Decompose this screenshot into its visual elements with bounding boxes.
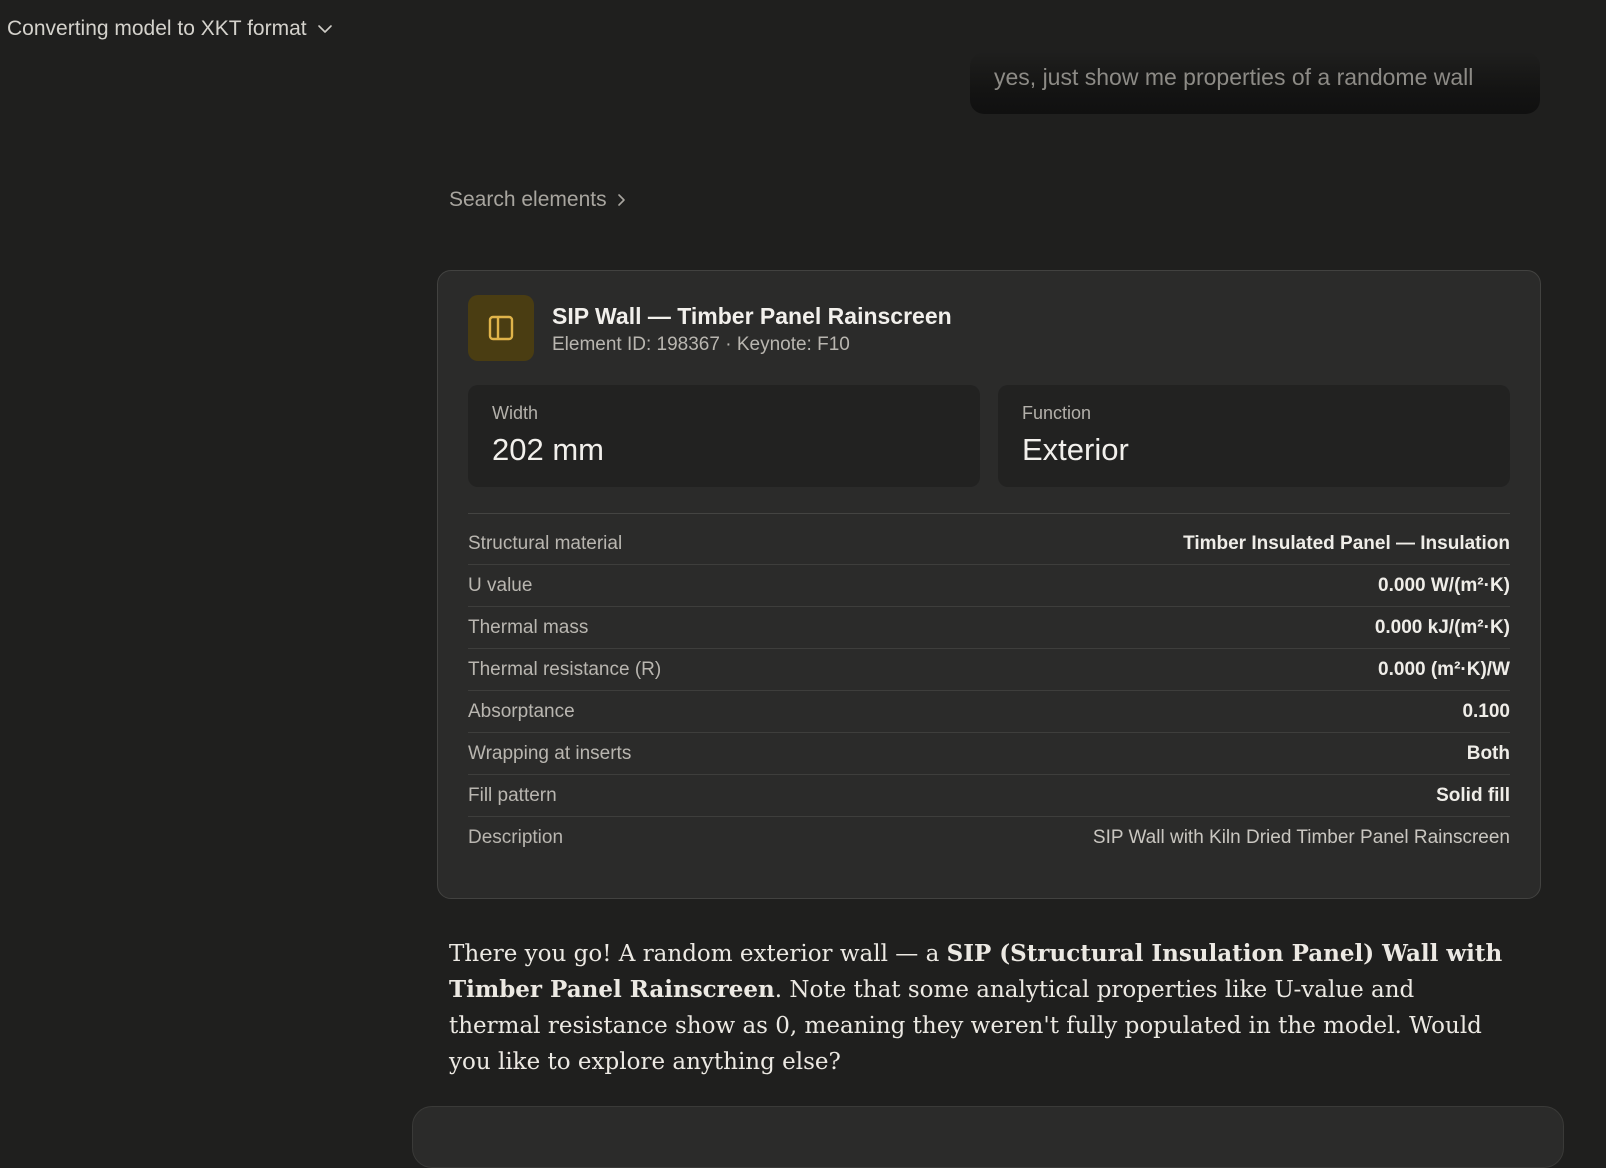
property-row: Thermal resistance (R) 0.000 (m²·K)/W (468, 649, 1510, 691)
property-row: Fill pattern Solid fill (468, 775, 1510, 817)
property-label: Thermal resistance (R) (468, 658, 662, 680)
search-elements-label: Search elements (449, 188, 607, 211)
chevron-right-icon (617, 194, 625, 206)
stat-width: Width 202 mm (468, 385, 980, 487)
divider (468, 513, 1510, 514)
property-row: Description SIP Wall with Kiln Dried Tim… (468, 817, 1510, 859)
property-value: 0.000 kJ/(m²·K) (1374, 616, 1510, 638)
property-row: Wrapping at inserts Both (468, 733, 1510, 775)
stat-value: 202 mm (492, 432, 604, 467)
reply-text: There you go! A random exterior wall — a (449, 941, 947, 967)
property-value: SIP Wall with Kiln Dried Timber Panel Ra… (1092, 827, 1510, 848)
user-message-bubble: yes, just show me properties of a random… (970, 52, 1540, 114)
property-label: Absorptance (468, 700, 575, 722)
stat-label: Function (1022, 403, 1092, 423)
wall-panel-icon (468, 295, 534, 361)
stat-function: Function Exterior (998, 385, 1510, 487)
property-row: Thermal mass 0.000 kJ/(m²·K) (468, 607, 1510, 649)
property-label: Description (468, 827, 564, 848)
user-message-text: yes, just show me properties of a random… (994, 64, 1474, 90)
card-header: SIP Wall — Timber Panel Rainscreen Eleme… (468, 295, 952, 361)
stat-label: Width (492, 403, 539, 423)
property-label: Thermal mass (468, 616, 589, 638)
property-row: Structural material Timber Insulated Pan… (468, 523, 1510, 565)
property-label: U value (468, 574, 533, 596)
property-value: Timber Insulated Panel — Insulation (1183, 532, 1510, 554)
search-elements-link[interactable]: Search elements (449, 188, 627, 212)
property-value: 0.000 (m²·K)/W (1378, 658, 1510, 680)
properties-list: Structural material Timber Insulated Pan… (468, 523, 1510, 859)
property-row: Absorptance 0.100 (468, 691, 1510, 733)
element-subtitle: Element ID: 198367 · Keynote: F10 (552, 334, 850, 355)
card-title-block: SIP Wall — Timber Panel Rainscreen Eleme… (552, 295, 952, 361)
chevron-down-icon (317, 25, 332, 33)
message-composer[interactable] (412, 1106, 1564, 1168)
property-row: U value 0.000 W/(m²·K) (468, 565, 1510, 607)
property-label: Wrapping at inserts (468, 742, 632, 764)
property-value: 0.100 (1462, 700, 1510, 722)
stat-value: Exterior (1022, 432, 1129, 467)
conversation-title-dropdown[interactable]: Converting model to XKT format (7, 13, 333, 45)
property-label: Structural material (468, 532, 623, 554)
element-title: SIP Wall — Timber Panel Rainscreen (552, 303, 952, 329)
property-value: Both (1466, 742, 1510, 764)
conversation-title: Converting model to XKT format (7, 17, 307, 40)
property-value: Solid fill (1436, 784, 1510, 806)
element-properties-card: SIP Wall — Timber Panel Rainscreen Eleme… (437, 270, 1541, 899)
property-value: 0.000 W/(m²·K) (1378, 574, 1510, 596)
property-label: Fill pattern (468, 784, 557, 806)
assistant-reply: There you go! A random exterior wall — a… (449, 936, 1509, 1080)
